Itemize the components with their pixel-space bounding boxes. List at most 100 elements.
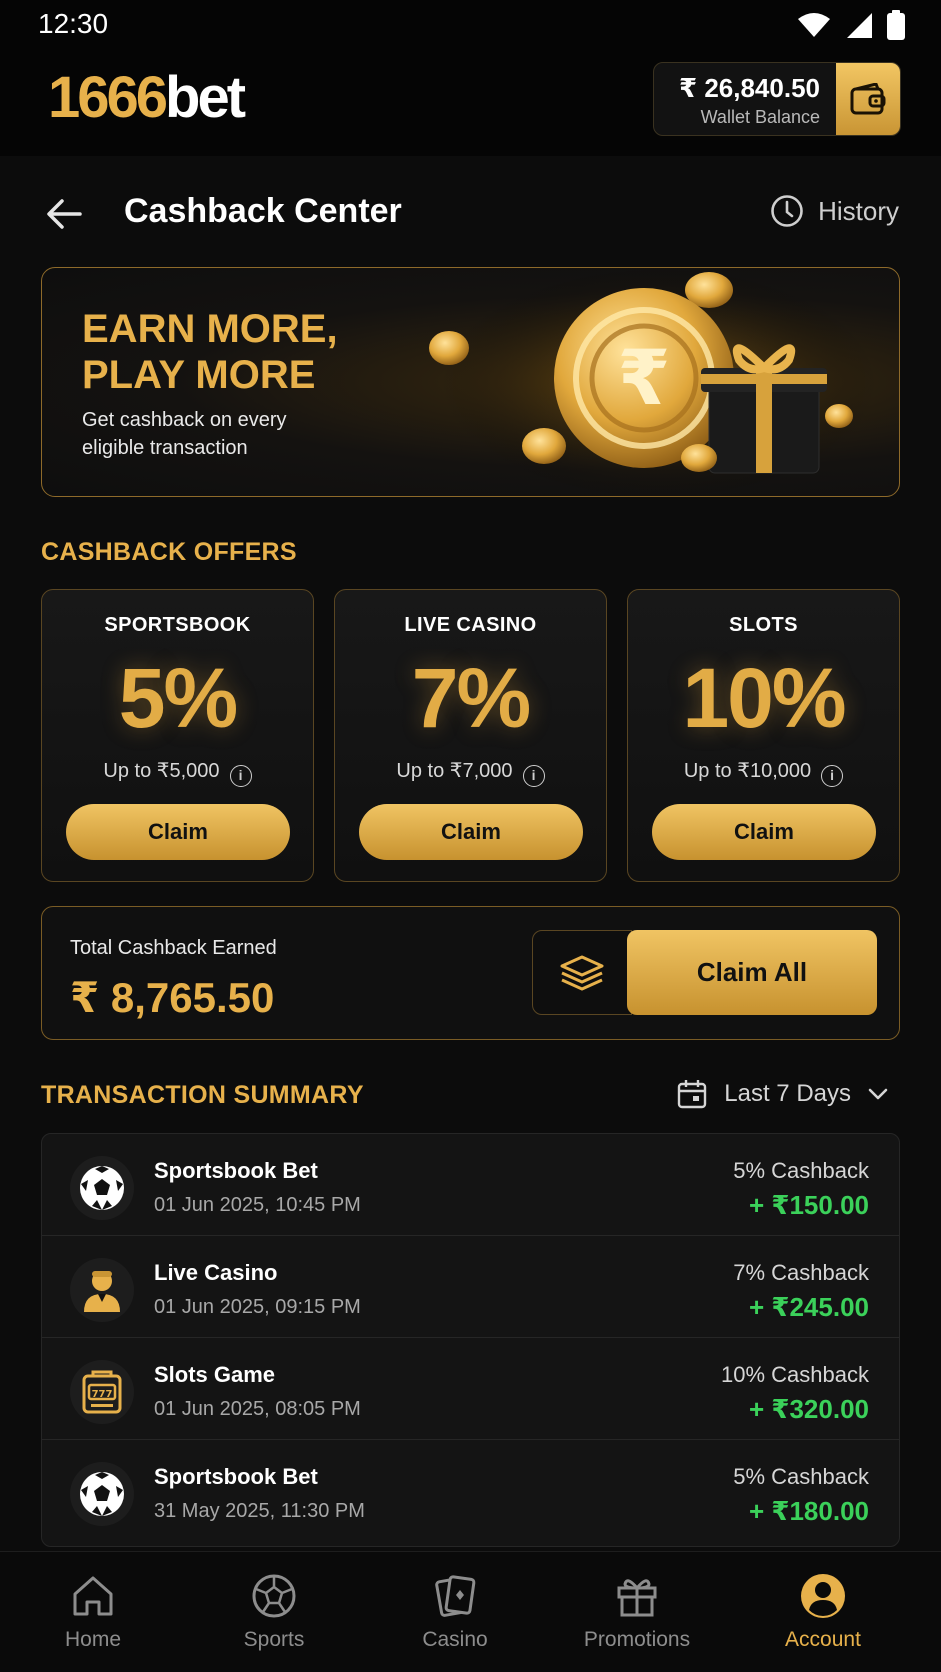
offer-name: LIVE CASINO bbox=[404, 614, 537, 636]
transaction-amount: + ₹320.00 bbox=[748, 1394, 869, 1424]
transaction-row[interactable]: Sportsbook Bet 01 Jun 2025, 10:45 PM 5% … bbox=[42, 1134, 899, 1236]
wallet-balance-widget[interactable]: ₹ 26,840.50 Wallet Balance bbox=[653, 62, 901, 136]
app-header: 1666bet ₹ 26,840.50 Wallet Balance bbox=[0, 52, 941, 156]
offer-limit-row: Up to ₹5,000 i bbox=[42, 758, 313, 787]
account-icon bbox=[801, 1574, 845, 1618]
transaction-amount: + ₹245.00 bbox=[748, 1292, 869, 1322]
claim-button-live-casino[interactable]: Claim bbox=[359, 804, 583, 860]
nav-label: Account bbox=[785, 1628, 861, 1651]
sports-ball-icon bbox=[252, 1574, 296, 1618]
nav-item-account[interactable]: Account bbox=[748, 1572, 898, 1652]
bottom-navigation: Home Sports Casino Promotions Account bbox=[0, 1551, 941, 1672]
nav-label: Sports bbox=[243, 1628, 305, 1651]
date-range-dropdown[interactable]: Last 7 Days bbox=[676, 1078, 889, 1110]
promo-banner[interactable]: EARN MORE, PLAY MORE Get cashback on eve… bbox=[41, 267, 900, 497]
logo-number: 1666 bbox=[48, 65, 168, 130]
transaction-date: 01 Jun 2025, 08:05 PM bbox=[154, 1398, 361, 1420]
transaction-amount: + ₹180.00 bbox=[748, 1496, 869, 1526]
brand-logo[interactable]: 1666bet bbox=[48, 64, 246, 131]
transaction-rate: 10% Cashback bbox=[721, 1362, 869, 1387]
transaction-date: 01 Jun 2025, 09:15 PM bbox=[154, 1296, 361, 1318]
nav-item-home[interactable]: Home bbox=[18, 1572, 168, 1652]
cards-icon bbox=[435, 1575, 476, 1617]
wallet-button[interactable] bbox=[836, 63, 900, 135]
coin-gift-illustration: ₹ bbox=[429, 268, 879, 496]
status-icons bbox=[797, 10, 905, 40]
offer-limit-row: Up to ₹7,000 i bbox=[335, 758, 606, 787]
transaction-name: Slots Game bbox=[154, 1362, 276, 1387]
banner-subtext: Get cashback on every eligible transacti… bbox=[82, 409, 287, 459]
dealer-icon bbox=[70, 1258, 134, 1322]
transaction-rate: 5% Cashback bbox=[733, 1464, 869, 1489]
offer-percent: 10% bbox=[682, 651, 846, 745]
nav-item-casino[interactable]: Casino bbox=[380, 1572, 530, 1652]
offer-name: SPORTSBOOK bbox=[104, 614, 251, 636]
claim-button-sportsbook[interactable]: Claim bbox=[66, 804, 290, 860]
status-bar: 12:30 bbox=[0, 0, 941, 52]
status-time: 12:30 bbox=[38, 8, 109, 39]
info-icon[interactable]: i bbox=[522, 765, 545, 787]
history-label: History bbox=[818, 195, 899, 226]
total-cashback-card: Total Cashback Earned ₹ 8,765.50 Claim A… bbox=[41, 906, 900, 1040]
transaction-row[interactable]: Sportsbook Bet 31 May 2025, 11:30 PM 5% … bbox=[42, 1440, 899, 1542]
banner-headline: EARN MORE, PLAY MORE bbox=[82, 307, 338, 397]
logo-text: bet bbox=[165, 65, 246, 130]
nav-item-sports[interactable]: Sports bbox=[199, 1572, 349, 1652]
soccer-ball-icon bbox=[70, 1156, 134, 1220]
offer-card-slots: SLOTS 10% Up to ₹10,000 i Claim bbox=[627, 589, 900, 882]
offer-card-sportsbook: SPORTSBOOK 5% Up to ₹5,000 i Claim bbox=[41, 589, 314, 882]
history-clock-icon bbox=[771, 195, 803, 227]
offer-limit: Up to ₹5,000 bbox=[103, 760, 220, 782]
transaction-date: 31 May 2025, 11:30 PM bbox=[154, 1500, 365, 1522]
home-icon bbox=[73, 1576, 113, 1616]
date-range-label: Last 7 Days bbox=[724, 1080, 851, 1107]
history-button[interactable]: History bbox=[770, 194, 899, 228]
nav-label: Promotions bbox=[583, 1628, 691, 1651]
gift-icon bbox=[617, 1579, 657, 1617]
total-cashback-label: Total Cashback Earned bbox=[70, 937, 277, 959]
claim-all-button[interactable]: Claim All bbox=[627, 930, 877, 1015]
page-title: Cashback Center bbox=[124, 192, 402, 230]
offer-limit: Up to ₹10,000 bbox=[683, 760, 812, 782]
transaction-summary-heading: TRANSACTION SUMMARY bbox=[41, 1081, 364, 1109]
nav-label: Home bbox=[64, 1628, 122, 1651]
cashback-offers-heading: CASHBACK OFFERS bbox=[41, 538, 297, 566]
page-header: Cashback Center History bbox=[0, 176, 941, 256]
wallet-amount: ₹ 26,840.50 bbox=[679, 73, 820, 103]
signal-icon bbox=[847, 13, 872, 38]
layers-icon bbox=[560, 955, 604, 990]
soccer-ball-icon bbox=[70, 1462, 134, 1526]
svg-text:777: 777 bbox=[92, 1389, 113, 1400]
offer-percent: 7% bbox=[411, 651, 531, 745]
transaction-name: Sportsbook Bet bbox=[154, 1158, 318, 1183]
wallet-icon bbox=[850, 83, 886, 115]
offer-limit: Up to ₹7,000 bbox=[396, 760, 513, 782]
claim-button-slots[interactable]: Claim bbox=[652, 804, 876, 860]
transaction-date: 01 Jun 2025, 10:45 PM bbox=[154, 1194, 361, 1216]
transaction-rate: 5% Cashback bbox=[733, 1158, 869, 1183]
battery-icon bbox=[887, 10, 905, 40]
offer-name: SLOTS bbox=[729, 614, 798, 636]
transaction-rate: 7% Cashback bbox=[733, 1260, 869, 1285]
svg-text:₹: ₹ bbox=[618, 333, 671, 422]
transaction-row[interactable]: 777 Slots Game 01 Jun 2025, 08:05 PM 10%… bbox=[42, 1338, 899, 1440]
total-cashback-value: ₹ 8,765.50 bbox=[70, 974, 275, 1021]
wifi-icon bbox=[798, 13, 830, 37]
offer-limit-row: Up to ₹10,000 i bbox=[628, 758, 899, 787]
info-icon[interactable]: i bbox=[821, 765, 844, 787]
transaction-amount: + ₹150.00 bbox=[748, 1190, 869, 1220]
slot-machine-icon: 777 bbox=[70, 1360, 134, 1424]
calendar-icon bbox=[678, 1080, 707, 1109]
info-icon[interactable]: i bbox=[229, 765, 252, 787]
transaction-name: Sportsbook Bet bbox=[154, 1464, 318, 1489]
transaction-name: Live Casino bbox=[154, 1260, 278, 1285]
transaction-row[interactable]: Live Casino 01 Jun 2025, 09:15 PM 7% Cas… bbox=[42, 1236, 899, 1338]
wallet-label: Wallet Balance bbox=[700, 107, 820, 127]
cashback-stack-box bbox=[532, 930, 632, 1015]
transaction-list: Sportsbook Bet 01 Jun 2025, 10:45 PM 5% … bbox=[41, 1133, 900, 1547]
nav-item-promotions[interactable]: Promotions bbox=[562, 1572, 712, 1652]
back-arrow-icon[interactable] bbox=[44, 194, 84, 234]
offer-percent: 5% bbox=[118, 651, 238, 745]
offer-card-live-casino: LIVE CASINO 7% Up to ₹7,000 i Claim bbox=[334, 589, 607, 882]
nav-label: Casino bbox=[422, 1628, 488, 1651]
